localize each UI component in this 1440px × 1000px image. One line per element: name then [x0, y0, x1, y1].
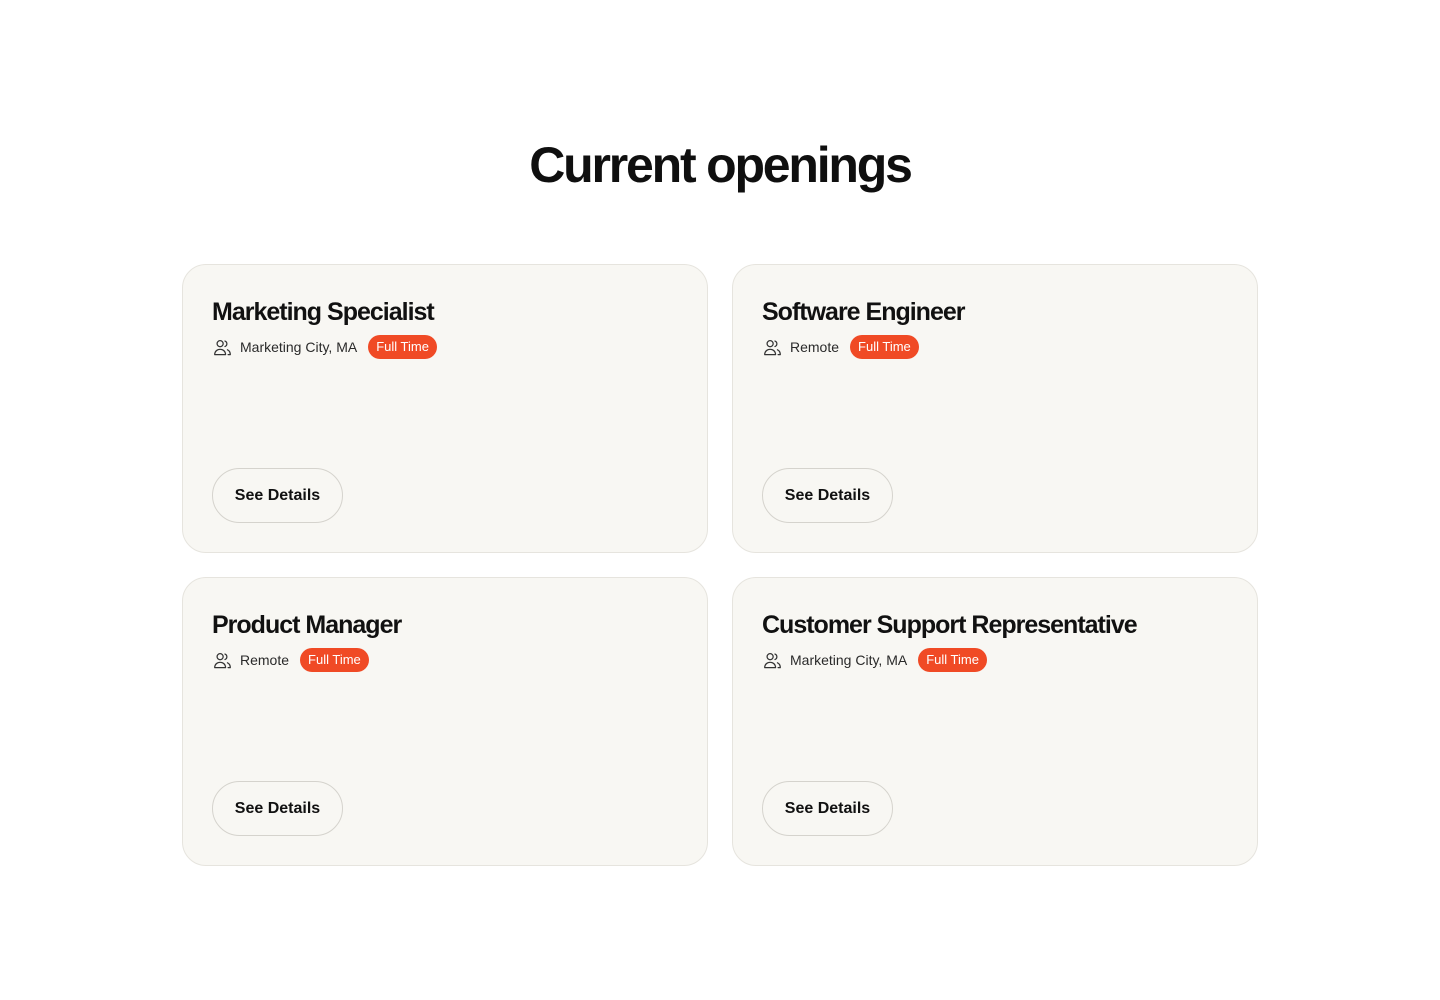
job-type-badge: Full Time [850, 335, 919, 359]
job-title: Marketing Specialist [212, 298, 435, 326]
job-type-badge: Full Time [368, 335, 437, 359]
job-openings-grid: Marketing Specialist Marketing City, MA … [182, 264, 1258, 866]
page-title: Current openings [529, 137, 913, 193]
job-card: Software Engineer Remote Full Time See D… [732, 264, 1258, 553]
job-location: Marketing City, MA [240, 339, 358, 355]
job-location: Remote [790, 339, 840, 355]
job-card: Marketing Specialist Marketing City, MA … [182, 264, 708, 553]
users-icon [212, 337, 232, 357]
job-location: Remote [240, 652, 290, 668]
see-details-button[interactable]: See Details [212, 781, 343, 836]
job-meta: Remote Full Time [762, 334, 1228, 360]
job-title: Customer Support Representative [762, 611, 1138, 639]
job-location: Marketing City, MA [790, 652, 908, 668]
see-details-button[interactable]: See Details [212, 468, 343, 523]
users-icon [762, 337, 782, 357]
users-icon [212, 650, 232, 670]
job-type-badge: Full Time [918, 648, 987, 672]
see-details-button[interactable]: See Details [762, 781, 893, 836]
job-card: Customer Support Representative Marketin… [732, 577, 1258, 866]
job-meta: Marketing City, MA Full Time [212, 334, 678, 360]
users-icon [762, 650, 782, 670]
job-title: Product Manager [212, 611, 402, 639]
job-meta: Marketing City, MA Full Time [762, 647, 1228, 673]
job-meta: Remote Full Time [212, 647, 678, 673]
job-card: Product Manager Remote Full Time See Det… [182, 577, 708, 866]
job-title: Software Engineer [762, 298, 966, 326]
job-type-badge: Full Time [300, 648, 369, 672]
see-details-button[interactable]: See Details [762, 468, 893, 523]
